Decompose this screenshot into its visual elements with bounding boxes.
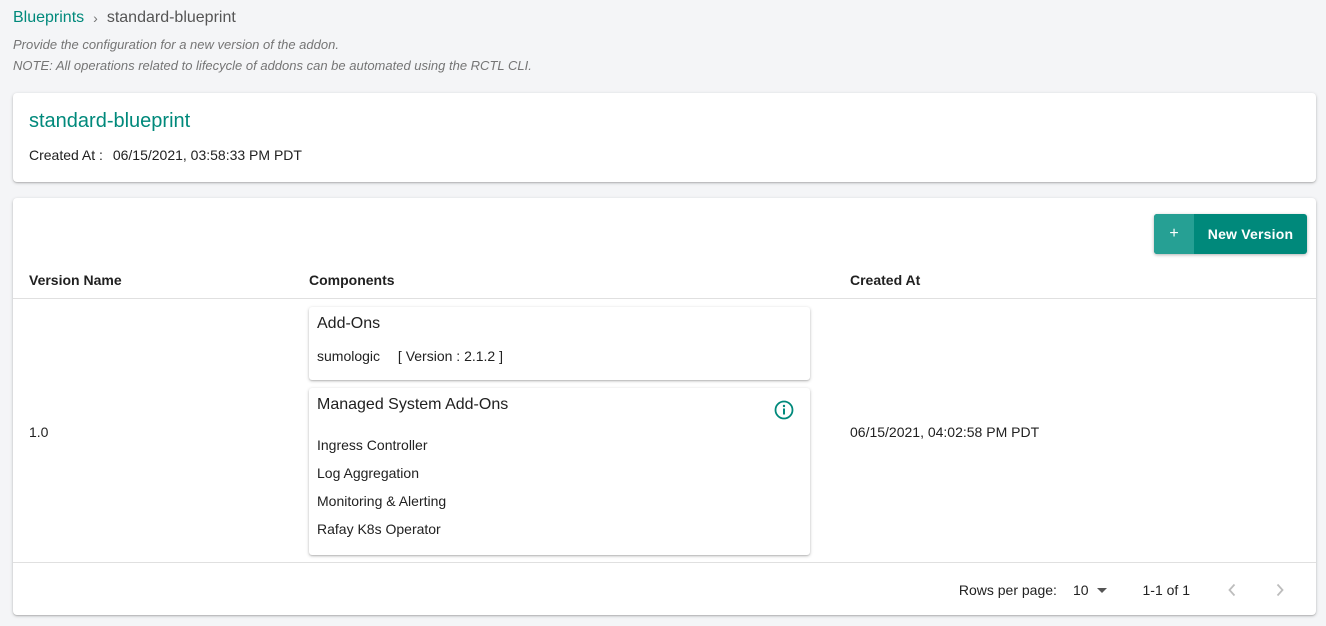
new-version-label: New Version [1207,226,1294,242]
managed-addons-title: Managed System Add-Ons [317,396,509,413]
column-header-created-at: Created At [850,272,921,288]
chevron-left-icon [1228,583,1236,597]
addons-title: Add-Ons [317,315,381,332]
description-line-1: Provide the configuration for a new vers… [13,37,339,52]
info-circle-icon[interactable] [774,400,794,420]
addon-version: [ Version : 2.1.2 ] [397,348,503,364]
versions-table-card: + New Version Version Name Components Cr… [13,198,1316,615]
caret-down-icon [1096,587,1107,593]
breadcrumb-link-blueprints[interactable]: Blueprints [13,9,84,27]
new-version-button[interactable]: + New Version [1154,214,1307,254]
blueprint-created-label: Created At : [29,147,103,163]
blueprint-header-card: standard-blueprint Created At : 06/15/20… [13,93,1316,182]
previous-page-button[interactable] [1220,580,1244,600]
blueprint-created-value: 06/15/2021, 03:58:33 PM PDT [112,147,302,163]
column-header-version-name: Version Name [29,272,122,288]
column-header-components: Components [309,272,395,288]
list-item: Monitoring & Alerting [317,493,447,509]
managed-addons-card: Managed System Add-Ons Ingress Controlle… [309,388,810,555]
addons-card: Add-Ons sumologic [ Version : 2.1.2 ] [309,307,810,380]
breadcrumb: Blueprints › standard-blueprint [13,9,236,27]
pagination-range: 1-1 of 1 [1142,582,1190,598]
next-page-button[interactable] [1268,580,1292,600]
cell-created-at: 06/15/2021, 04:02:58 PM PDT [850,424,1040,440]
blueprint-created-row: Created At : 06/15/2021, 03:58:33 PM PDT [29,147,302,163]
addon-item: sumologic [ Version : 2.1.2 ] [317,348,503,364]
managed-addons-list: Ingress Controller Log Aggregation Monit… [317,437,446,549]
list-item: Ingress Controller [317,437,428,453]
rows-per-page-select[interactable]: 10 [1073,582,1107,598]
rows-per-page-value: 10 [1072,582,1089,598]
blueprint-name: standard-blueprint [29,110,191,132]
addon-name: sumologic [317,348,381,364]
header-divider [13,298,1316,299]
cell-version-name: 1.0 [29,424,49,440]
list-item: Rafay K8s Operator [317,521,441,537]
list-item: Log Aggregation [317,465,419,481]
breadcrumb-separator: › [93,10,98,26]
breadcrumb-current: standard-blueprint [106,9,236,26]
row-divider [13,562,1316,563]
pagination: Rows per page: 10 1-1 of 1 [959,580,1316,600]
description-line-2: NOTE: All operations related to lifecycl… [13,58,532,73]
chevron-right-icon [1276,583,1284,597]
plus-icon: + [1154,214,1194,254]
rows-per-page-label: Rows per page: [958,582,1057,598]
